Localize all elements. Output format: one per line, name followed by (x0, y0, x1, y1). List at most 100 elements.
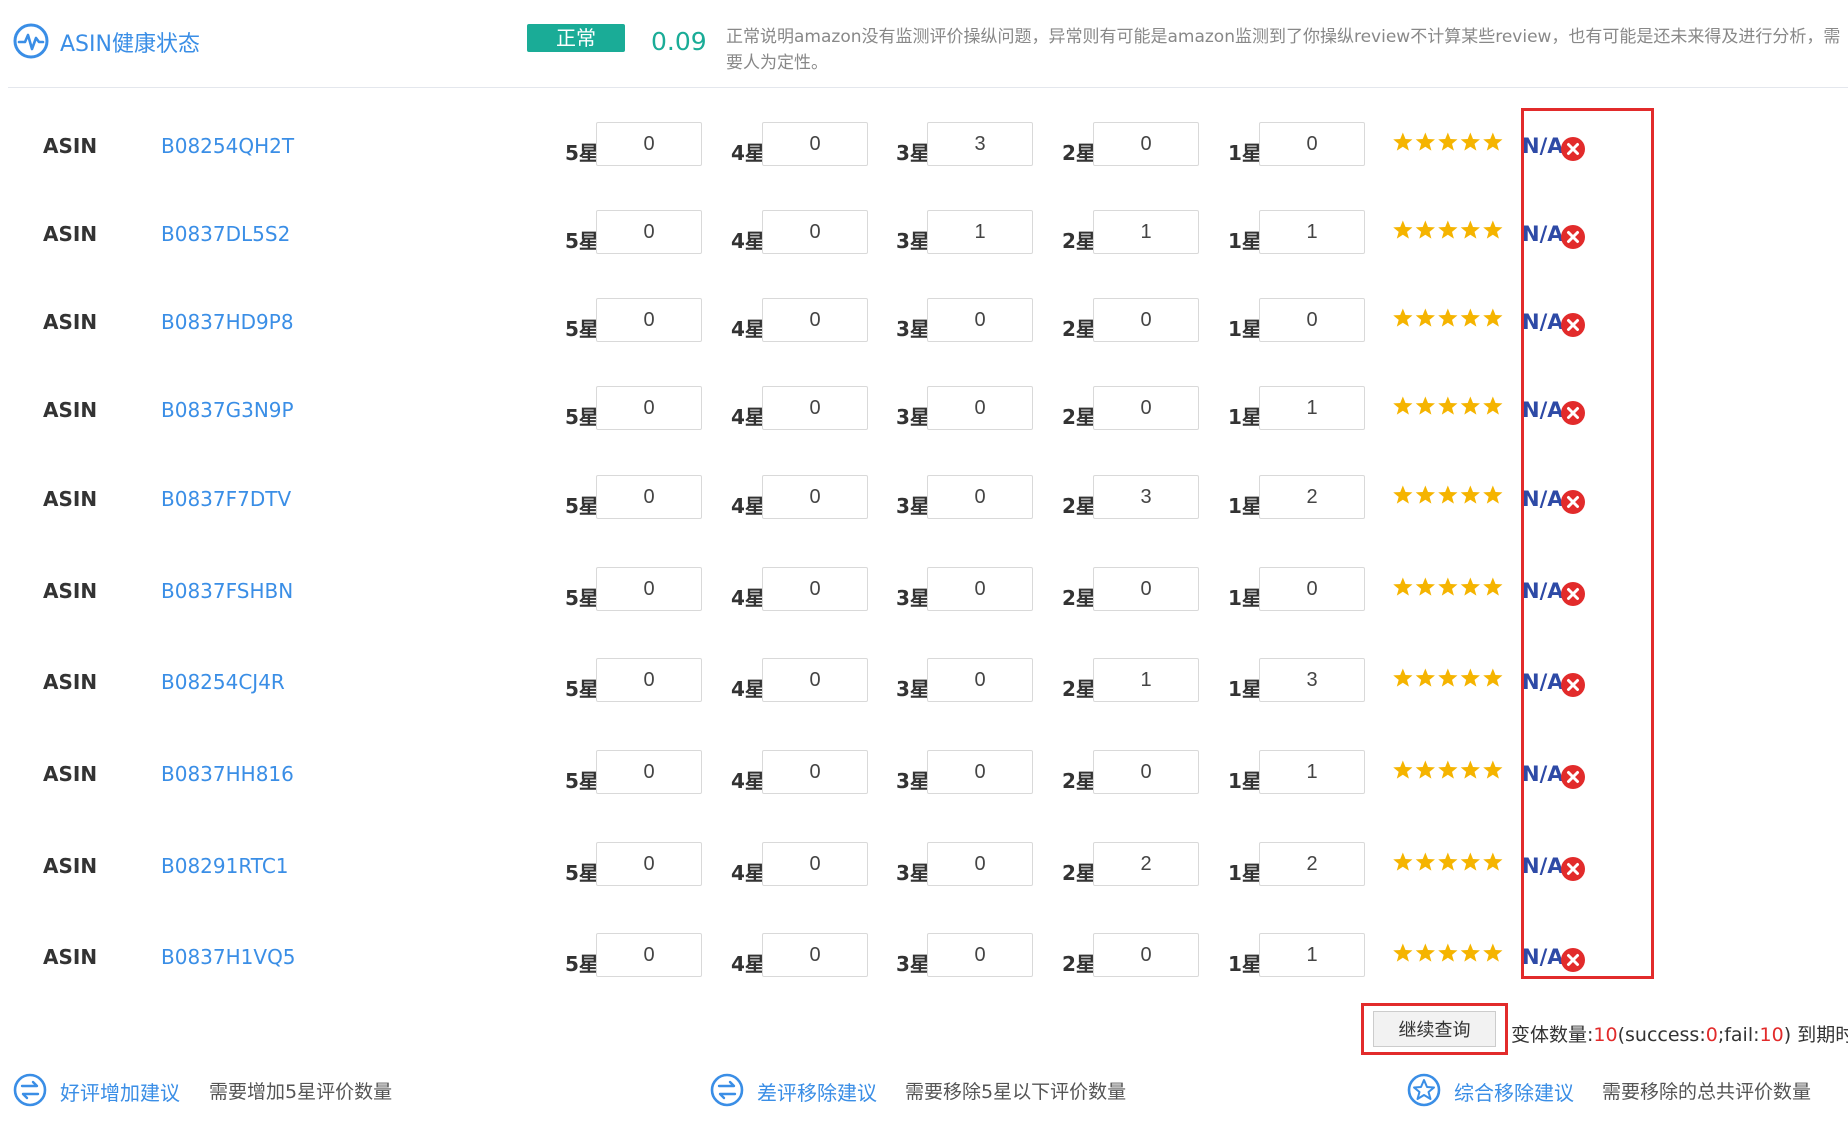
star-count-input[interactable] (927, 475, 1033, 519)
star-count-input[interactable] (1093, 750, 1199, 794)
star-count-input[interactable] (1093, 658, 1199, 702)
star-level-label: 3星 (896, 405, 930, 429)
star-count-input[interactable] (596, 475, 702, 519)
star-count-input[interactable] (927, 658, 1033, 702)
star-count-input[interactable] (762, 210, 868, 254)
star-count-input[interactable] (596, 750, 702, 794)
star-count-input[interactable] (1259, 475, 1365, 519)
star-count-input[interactable] (1093, 933, 1199, 977)
asin-link[interactable]: B0837H1VQ5 (161, 945, 296, 969)
star-count-input[interactable] (927, 298, 1033, 342)
star-count-input[interactable] (596, 842, 702, 886)
overall-removal-title[interactable]: 综合移除建议 (1454, 1077, 1574, 1106)
asin-label: ASIN (43, 134, 98, 158)
rating-stars (1393, 396, 1503, 415)
asin-link[interactable]: B0837F7DTV (161, 487, 291, 511)
star-count-input[interactable] (596, 567, 702, 611)
star-level-label: 4星 (731, 677, 765, 701)
star-count-input[interactable] (1093, 298, 1199, 342)
star-count-input[interactable] (596, 386, 702, 430)
star-count-input[interactable] (1093, 475, 1199, 519)
rating-stars (1393, 943, 1503, 962)
star-icon (1438, 396, 1458, 415)
star-level-label: 2星 (1062, 952, 1096, 976)
star-count-input[interactable] (762, 842, 868, 886)
star-level-label: 1星 (1228, 586, 1262, 610)
variant-fail: 10 (1759, 1024, 1784, 1046)
star-count-input[interactable] (1259, 750, 1365, 794)
star-count-input[interactable] (762, 298, 868, 342)
asin-link[interactable]: B0837FSHBN (161, 579, 293, 603)
star-count-input[interactable] (1259, 210, 1365, 254)
star-count-input[interactable] (1259, 298, 1365, 342)
star-icon (1460, 852, 1480, 871)
star-level-label: 5星 (565, 769, 599, 793)
star-level-label: 4星 (731, 952, 765, 976)
star-count-input[interactable] (762, 567, 868, 611)
header-divider (8, 87, 1848, 88)
star-icon (1460, 577, 1480, 596)
bad-review-removal-desc: 需要移除5星以下评价数量 (905, 1081, 1127, 1103)
star-icon (1483, 852, 1503, 871)
asin-label: ASIN (43, 670, 98, 694)
rating-stars (1393, 220, 1503, 239)
star-count-input[interactable] (927, 842, 1033, 886)
asin-link[interactable]: B08254CJ4R (161, 670, 285, 694)
star-level-label: 2星 (1062, 229, 1096, 253)
asin-link[interactable]: B08291RTC1 (161, 854, 289, 878)
star-count-input[interactable] (762, 750, 868, 794)
star-level-label: 4星 (731, 494, 765, 518)
asin-link[interactable]: B0837HD9P8 (161, 310, 294, 334)
star-level-label: 4星 (731, 229, 765, 253)
star-count-input[interactable] (1259, 658, 1365, 702)
star-level-label: 1星 (1228, 141, 1262, 165)
star-level-label: 3星 (896, 229, 930, 253)
star-count-input[interactable] (1259, 567, 1365, 611)
star-icon (1415, 220, 1435, 239)
star-icon (1415, 396, 1435, 415)
asin-link[interactable]: B0837DL5S2 (161, 222, 290, 246)
star-level-label: 1星 (1228, 677, 1262, 701)
good-review-suggestion-title[interactable]: 好评增加建议 (60, 1077, 180, 1106)
star-count-input[interactable] (762, 386, 868, 430)
star-level-label: 3星 (896, 494, 930, 518)
star-count-input[interactable] (762, 475, 868, 519)
star-count-input[interactable] (1259, 933, 1365, 977)
star-count-input[interactable] (927, 122, 1033, 166)
asin-link[interactable]: B08254QH2T (161, 134, 294, 158)
asin-label: ASIN (43, 762, 98, 786)
star-count-input[interactable] (596, 122, 702, 166)
star-count-input[interactable] (1093, 210, 1199, 254)
star-count-input[interactable] (1093, 567, 1199, 611)
star-level-label: 3星 (896, 141, 930, 165)
star-count-input[interactable] (1259, 842, 1365, 886)
star-count-input[interactable] (927, 567, 1033, 611)
star-count-input[interactable] (596, 298, 702, 342)
star-icon (1393, 852, 1413, 871)
star-count-input[interactable] (762, 933, 868, 977)
star-count-input[interactable] (596, 210, 702, 254)
bad-review-removal-title[interactable]: 差评移除建议 (757, 1077, 877, 1106)
star-count-input[interactable] (1259, 386, 1365, 430)
star-count-input[interactable] (762, 122, 868, 166)
star-count-input[interactable] (596, 933, 702, 977)
star-count-input[interactable] (927, 933, 1033, 977)
asin-label: ASIN (43, 398, 98, 422)
star-count-input[interactable] (927, 386, 1033, 430)
asin-link[interactable]: B0837HH816 (161, 762, 294, 786)
star-count-input[interactable] (1093, 386, 1199, 430)
star-count-input[interactable] (596, 658, 702, 702)
asin-link[interactable]: B0837G3N9P (161, 398, 294, 422)
star-level-label: 2星 (1062, 677, 1096, 701)
star-icon (1460, 485, 1480, 504)
star-count-input[interactable] (927, 750, 1033, 794)
star-count-input[interactable] (1093, 122, 1199, 166)
star-level-label: 5星 (565, 229, 599, 253)
star-icon (1393, 760, 1413, 779)
star-count-input[interactable] (927, 210, 1033, 254)
star-count-input[interactable] (1259, 122, 1365, 166)
star-level-label: 5星 (565, 494, 599, 518)
star-count-input[interactable] (1093, 842, 1199, 886)
health-score: 0.09 (651, 27, 707, 56)
star-count-input[interactable] (762, 658, 868, 702)
